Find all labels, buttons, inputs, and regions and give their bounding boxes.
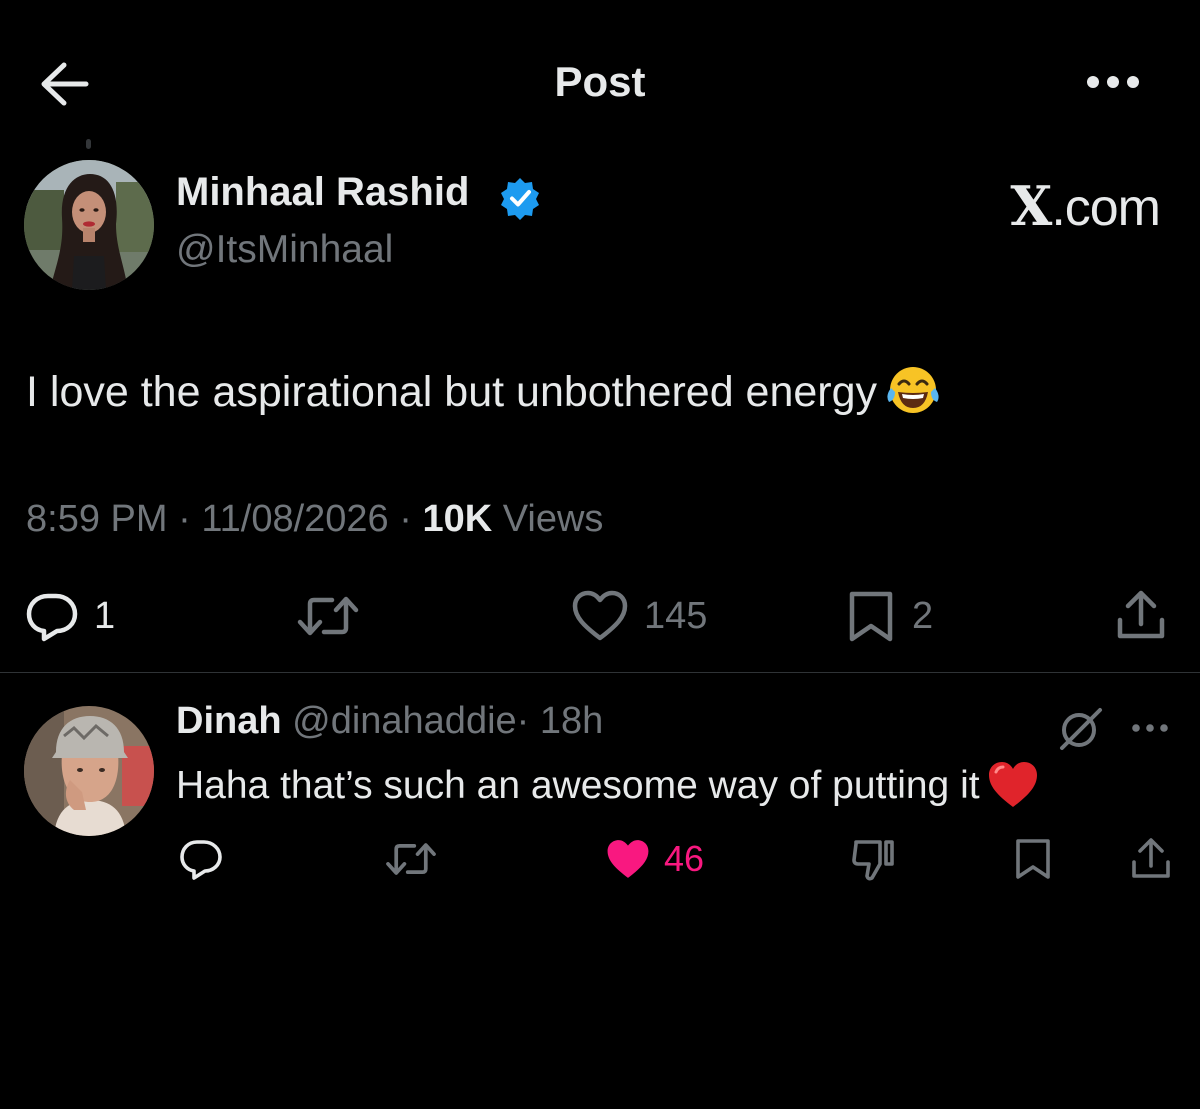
heart-outline-icon <box>572 590 628 641</box>
reply-author-handle[interactable]: @dinahaddie <box>292 700 517 742</box>
repost-icon <box>386 843 436 875</box>
like-count: 145 <box>644 594 708 637</box>
x-watermark: X.com <box>1010 174 1161 238</box>
share-button[interactable] <box>1112 586 1170 646</box>
grok-icon <box>1060 708 1102 750</box>
page-title: Post <box>554 58 646 105</box>
reply-count: 1 <box>94 594 116 637</box>
more-horizontal-icon <box>1087 76 1139 88</box>
divider <box>0 672 1200 673</box>
face-with-tears-of-joy-icon <box>885 364 941 416</box>
reply-downvote-button[interactable] <box>848 836 898 882</box>
author-handle[interactable]: @ItsMinhaal <box>176 228 393 272</box>
thumbs-down-icon <box>852 840 894 881</box>
reply-time: 18h <box>539 700 604 742</box>
repost-icon <box>297 596 359 636</box>
grok-button[interactable] <box>1056 706 1106 752</box>
reply-reply-button[interactable] <box>178 836 224 882</box>
thread-connector <box>86 139 91 149</box>
post-text-content: I love the aspirational but unbothered e… <box>26 368 878 416</box>
views-count: 10K <box>422 498 493 540</box>
reply-repost-button[interactable] <box>384 836 438 882</box>
author-name[interactable]: Minhaal Rashid <box>176 170 469 215</box>
views-label: Views <box>502 498 604 540</box>
reply-header: Dinah @dinahaddie· 18h <box>176 700 604 742</box>
bookmark-icon <box>849 591 893 642</box>
repost-button[interactable] <box>296 586 374 646</box>
verified-badge-icon <box>498 176 542 220</box>
share-icon <box>1132 838 1170 878</box>
reply-share-button[interactable] <box>1128 836 1174 882</box>
reply-icon <box>180 840 222 880</box>
like-button[interactable]: 145 <box>570 586 707 646</box>
bookmark-button[interactable]: 2 <box>846 586 933 646</box>
share-icon <box>1117 590 1165 639</box>
heart-filled-icon <box>607 840 649 878</box>
post-date: 11/08/2026 <box>201 498 389 540</box>
reply-author-name[interactable]: Dinah <box>176 700 282 742</box>
red-heart-icon <box>986 760 1040 810</box>
avatar[interactable] <box>24 160 154 290</box>
reply-like-count: 46 <box>664 838 705 879</box>
post-meta: 8:59 PM · 11/08/2026 · 10K Views <box>26 498 604 540</box>
reply-more-button[interactable] <box>1128 708 1172 748</box>
reply-icon <box>26 593 78 642</box>
post-time: 8:59 PM <box>26 498 168 540</box>
more-horizontal-icon <box>1132 724 1168 732</box>
reply-avatar[interactable] <box>24 706 154 836</box>
reply-text-content: Haha that’s such an awesome way of putti… <box>176 764 980 807</box>
reply-bookmark-button[interactable] <box>1012 836 1056 882</box>
reply-button[interactable]: 1 <box>24 586 115 646</box>
bookmark-count: 2 <box>912 594 934 637</box>
reply-like-button[interactable]: 46 <box>604 836 704 882</box>
more-options-button[interactable] <box>1080 58 1150 106</box>
bookmark-icon <box>1016 839 1050 879</box>
reply-text: Haha that’s such an awesome way of putti… <box>176 760 1040 810</box>
post-text: I love the aspirational but unbothered e… <box>26 364 941 417</box>
